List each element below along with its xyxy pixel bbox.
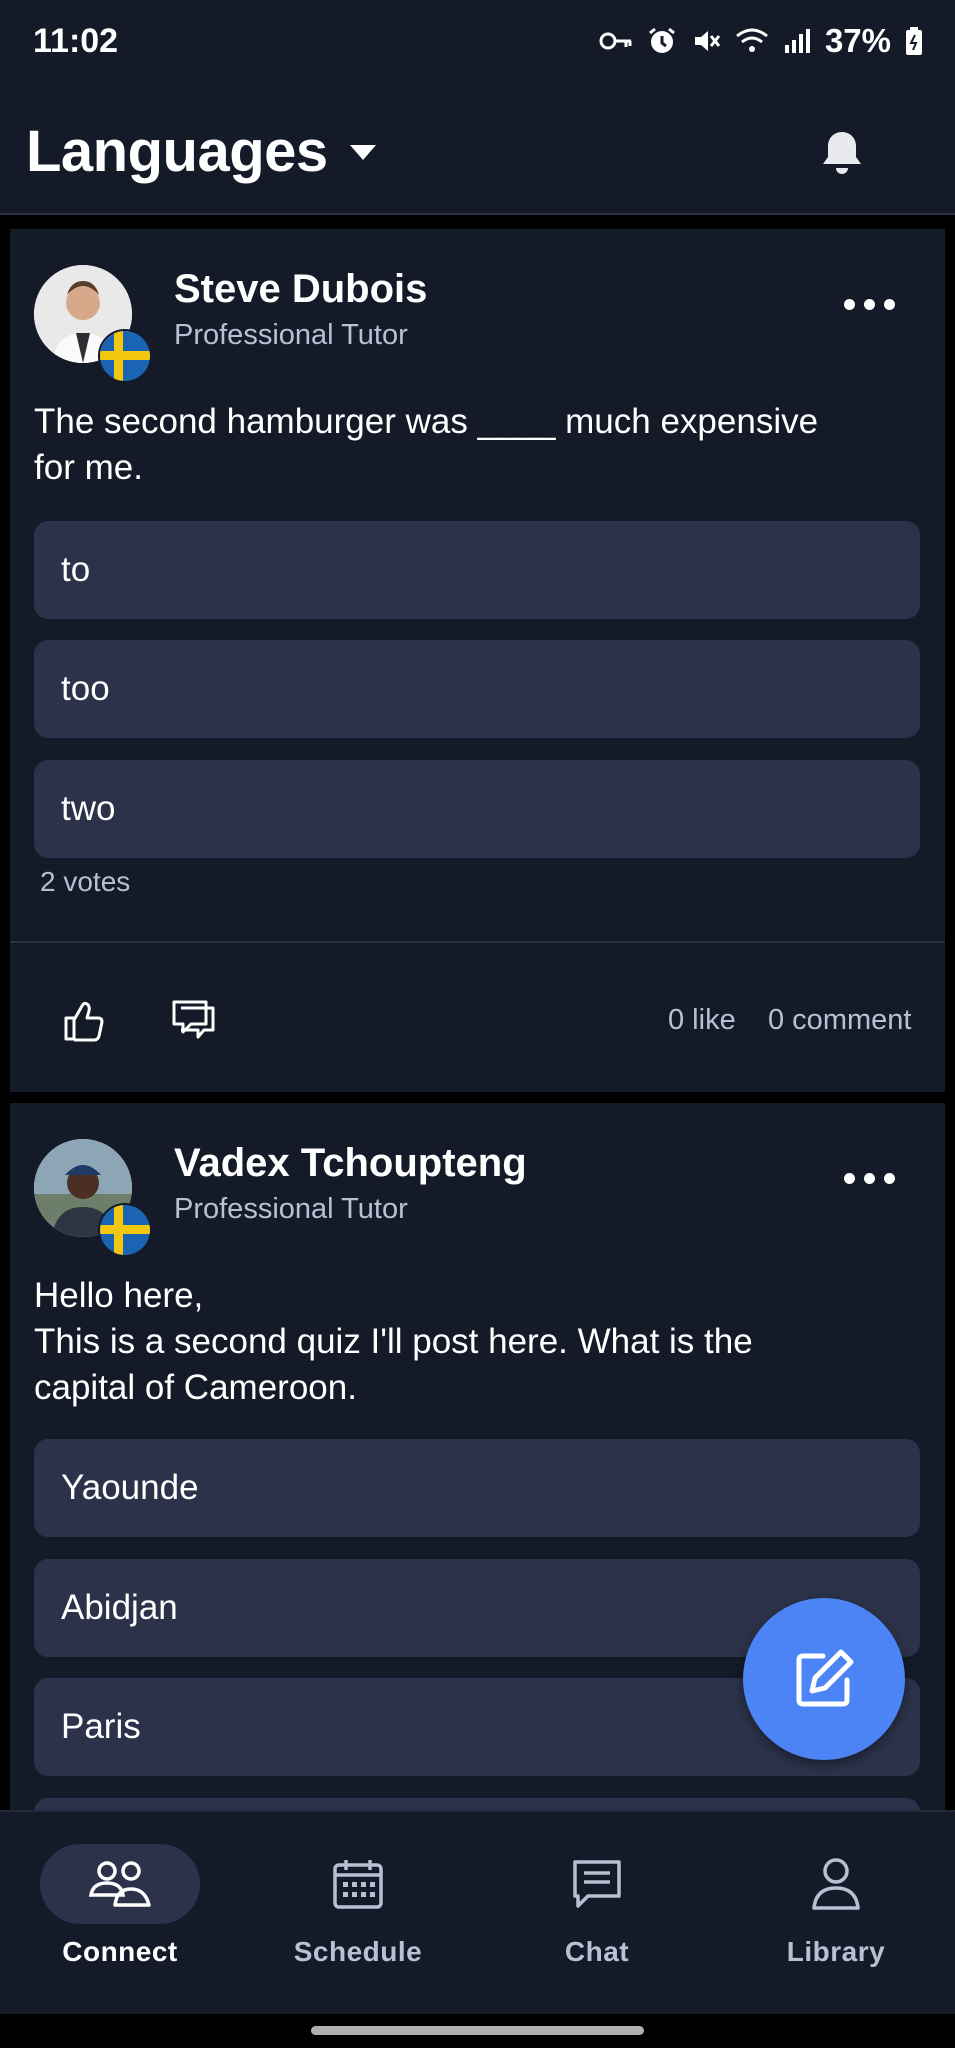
nav-label: Chat (564, 1936, 630, 1967)
gesture-bar (311, 2026, 644, 2035)
nav-library[interactable]: Library (716, 1844, 955, 1968)
bottom-navigation: Connect Schedule Chat Library (0, 1810, 955, 2014)
question-line: Hello here, (34, 1276, 204, 1315)
option-label: Abidjan (61, 1588, 178, 1627)
question-line: for me. (34, 448, 143, 487)
calendar-icon (333, 1860, 383, 1909)
alarm-icon (649, 27, 675, 53)
app-bar: Languages (0, 84, 955, 215)
like-count: 0 like (668, 1004, 736, 1036)
wifi-icon (736, 28, 768, 52)
edit-icon (796, 1649, 854, 1707)
status-bar: 11:02 37% (0, 0, 955, 84)
nav-label: Connect (62, 1936, 178, 1967)
sweden-flag-icon (98, 1203, 152, 1257)
sweden-flag-icon (98, 329, 152, 383)
notification-button[interactable] (819, 128, 865, 181)
vote-count: 2 votes (40, 866, 131, 897)
comment-button[interactable] (170, 997, 216, 1048)
like-button[interactable] (62, 999, 106, 1048)
vpn-key-icon (599, 32, 632, 50)
nav-label: Schedule (293, 1936, 423, 1967)
poll-option[interactable] (34, 1798, 920, 1810)
people-icon (88, 1861, 151, 1907)
nav-label: Library (786, 1936, 886, 1967)
option-label: Paris (61, 1707, 141, 1746)
option-label: to (61, 550, 91, 589)
nav-connect[interactable]: Connect (0, 1844, 240, 1968)
more-dot (884, 1173, 895, 1184)
nav-pill (517, 1844, 677, 1924)
mute-icon (694, 31, 721, 51)
feed[interactable]: Steve Dubois Professional Tutor The seco… (0, 215, 955, 1810)
divider (10, 941, 945, 943)
page-title: Languages (26, 119, 328, 184)
option-label: two (61, 789, 116, 828)
more-dot (844, 1173, 855, 1184)
option-label: too (61, 669, 110, 708)
poll-option[interactable]: to (34, 521, 920, 619)
nav-pill (278, 1844, 438, 1924)
poll-option[interactable]: two (34, 760, 920, 858)
more-dot (864, 299, 875, 310)
more-dot (884, 299, 895, 310)
poll-option[interactable]: Yaounde (34, 1439, 920, 1537)
comment-count: 0 comment (768, 1004, 912, 1036)
post-question: Hello here, This is a second quiz I'll p… (34, 1273, 914, 1411)
signal-icon (784, 29, 810, 53)
status-icons: 37% (599, 22, 923, 60)
more-options-button[interactable] (844, 1173, 895, 1184)
author-role: Professional Tutor (174, 319, 408, 351)
battery-icon (906, 27, 922, 55)
comment-icon (172, 1000, 215, 1039)
post-card: Steve Dubois Professional Tutor The seco… (10, 229, 945, 1092)
nav-pill (756, 1844, 916, 1924)
option-label: Yaounde (61, 1468, 199, 1507)
question-line: capital of Cameroon. (34, 1368, 357, 1407)
more-dot (844, 299, 855, 310)
poll-option[interactable]: too (34, 640, 920, 738)
nav-chat[interactable]: Chat (477, 1844, 717, 1968)
person-icon (812, 1858, 860, 1910)
caret-down-icon (349, 144, 376, 160)
bell-icon (823, 132, 861, 174)
author-name[interactable]: Vadex Tchoupteng (174, 1141, 527, 1186)
battery-percent: 37% (824, 22, 891, 59)
new-post-button[interactable] (743, 1598, 905, 1760)
thumbs-up-icon (64, 1001, 104, 1042)
chat-icon (573, 1860, 621, 1908)
nav-schedule[interactable]: Schedule (238, 1844, 478, 1968)
question-line: The second hamburger was ____ much expen… (34, 402, 819, 441)
more-options-button[interactable] (844, 299, 895, 310)
question-line: This is a second quiz I'll post here. Wh… (34, 1322, 753, 1361)
author-name[interactable]: Steve Dubois (174, 267, 427, 312)
status-time: 11:02 (33, 22, 119, 60)
language-selector[interactable]: Languages (26, 118, 378, 185)
nav-pill (40, 1844, 200, 1924)
post-question: The second hamburger was ____ much expen… (34, 399, 914, 491)
more-dot (864, 1173, 875, 1184)
author-role: Professional Tutor (174, 1193, 408, 1225)
